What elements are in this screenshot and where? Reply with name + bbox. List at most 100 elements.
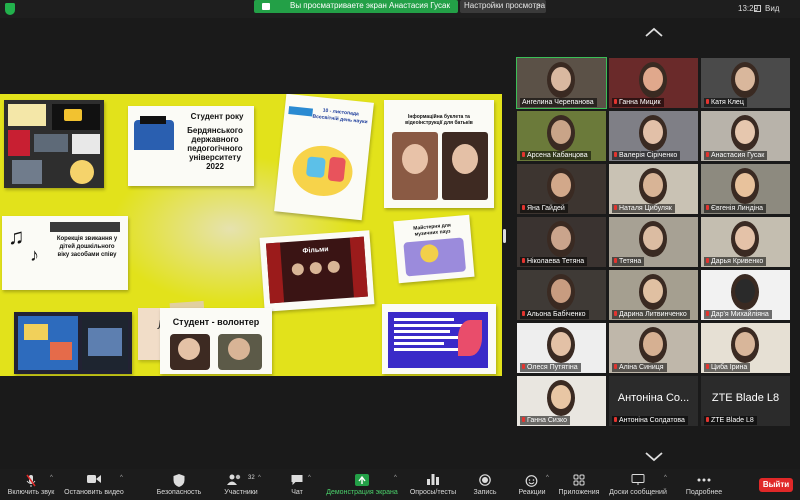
chevron-up-icon[interactable]: ^: [50, 475, 53, 481]
whiteboards-button[interactable]: ^ Доски сообщений: [606, 469, 670, 500]
participant-name: Дар'я Михайліяна: [711, 311, 769, 318]
participant-name-label: Ганна Мицик: [612, 98, 664, 107]
science-day-card: 10 - листопада Всесвітній день науки: [274, 94, 374, 221]
chat-button[interactable]: ^ Чат: [280, 469, 314, 500]
participant-name: Тетяна: [619, 258, 642, 265]
participant-tile[interactable]: Ніколаева Тетяна: [517, 217, 606, 267]
apps-label: Приложения: [558, 489, 600, 496]
participant-tile[interactable]: Аліна Синиця: [609, 323, 698, 373]
split-view-handle[interactable]: [503, 229, 506, 243]
participant-tile[interactable]: Циба Ірина: [701, 323, 790, 373]
participant-tile[interactable]: Валерія Сіріченко: [609, 111, 698, 161]
participant-tile[interactable]: Дар'я Михайліяна: [701, 270, 790, 320]
participant-display-name: ZTE Blade L8: [711, 392, 780, 404]
participant-face: [551, 332, 571, 356]
participant-tile[interactable]: Олеся Путятіна: [517, 323, 606, 373]
share-status-pill: Вы просматриваете экран Анастасия Гусак: [254, 0, 458, 13]
polls-button[interactable]: Опросы/тесты: [404, 469, 462, 500]
bar-chart-icon: [427, 474, 439, 485]
meeting-toolbar: ^ Включить звук ^ Остановить видео Безоп…: [0, 469, 800, 500]
participant-name: Катя Клец: [711, 99, 744, 106]
shared-screen: Студент року Бердянського державного пед…: [0, 94, 502, 376]
view-options-label: Настройки просмотра: [464, 1, 546, 10]
participant-name: Ганна Сизко: [527, 417, 568, 424]
chevron-up-icon[interactable]: ^: [546, 475, 549, 481]
view-options-button[interactable]: Настройки просмотра ⌄: [460, 0, 546, 13]
participant-tile[interactable]: ZTE Blade L8 ZTE Blade L8: [701, 376, 790, 426]
participant-name-label: Ангелина Черепанова: [520, 98, 597, 107]
reactions-button[interactable]: ^ Реакции: [512, 469, 552, 500]
participant-name: Ангелина Черепанова: [522, 99, 594, 106]
microphone-muted-icon: [614, 258, 617, 263]
shield-icon: [173, 474, 185, 487]
participant-name-label: Антоніна Солдатова: [612, 416, 688, 425]
participant-tile[interactable]: Наталя Цибуляк: [609, 164, 698, 214]
participant-name: Аліна Синиця: [619, 364, 664, 371]
security-shield-icon[interactable]: [5, 3, 15, 15]
document-card: [382, 304, 496, 374]
chevron-down-icon[interactable]: [645, 452, 663, 462]
participant-name-label: Наталя Цибуляк: [612, 204, 675, 213]
volunteer-card: Студент - волонтер: [160, 308, 272, 374]
apps-button[interactable]: Приложения: [556, 469, 602, 500]
participant-name-label: Яна Гайдей: [520, 204, 568, 213]
participant-tile[interactable]: Євгенія Линдіна: [701, 164, 790, 214]
chevron-up-icon[interactable]: ^: [664, 475, 667, 481]
participant-face: [643, 279, 663, 303]
participant-tile[interactable]: Яна Гайдей: [517, 164, 606, 214]
participant-tile[interactable]: Антоніна Со... Антоніна Солдатова: [609, 376, 698, 426]
share-status-text: Вы просматриваете экран Анастасия Гусак: [290, 1, 450, 10]
participant-name: Арсена Кабанцова: [527, 152, 588, 159]
stop-video-button[interactable]: ^ Остановить видео: [60, 469, 128, 500]
participants-label: Участники: [224, 489, 258, 496]
record-button[interactable]: Запись: [466, 469, 504, 500]
chevron-up-icon[interactable]: ^: [394, 475, 397, 481]
participant-tile[interactable]: Тетяна: [609, 217, 698, 267]
more-button[interactable]: Подробнее: [676, 469, 732, 500]
participant-tile[interactable]: Анастасия Гусак: [701, 111, 790, 161]
participant-name: Ганна Мицик: [619, 99, 661, 106]
view-button[interactable]: Вид: [765, 4, 779, 13]
participant-tile[interactable]: Катя Клец: [701, 58, 790, 108]
security-button[interactable]: Безопасность: [150, 469, 208, 500]
share-screen-button[interactable]: ^ Демонстрация экрана: [322, 469, 402, 500]
participant-tile[interactable]: Ганна Мицик: [609, 58, 698, 108]
chevron-up-icon[interactable]: ^: [308, 475, 311, 481]
microphone-muted-icon: [706, 364, 709, 369]
view-grid-icon: [754, 5, 761, 12]
participant-tile[interactable]: Ганна Сизко: [517, 376, 606, 426]
unmute-label: Включить звук: [7, 489, 55, 496]
record-icon: [479, 474, 491, 486]
collage-card-zoom: [4, 100, 104, 188]
microphone-muted-icon: [614, 99, 617, 104]
microphone-muted-icon: [522, 364, 525, 369]
chevron-up-icon[interactable]: ^: [120, 475, 123, 481]
participant-name: Євгенія Линдіна: [711, 205, 763, 212]
leave-meeting-button[interactable]: Выйти: [759, 478, 793, 492]
participant-tile[interactable]: Арсена Кабанцова: [517, 111, 606, 161]
microphone-muted-icon: [706, 99, 709, 104]
university-line-1: Бердянського: [187, 126, 243, 135]
participant-tile[interactable]: Дарина Литвинченко: [609, 270, 698, 320]
unmute-button[interactable]: ^ Включить звук: [2, 469, 60, 500]
films-card: Фільми: [259, 230, 375, 312]
collage-card-projects: [14, 312, 132, 374]
polls-label: Опросы/тесты: [409, 489, 457, 496]
student-year-card: Студент року Бердянського державного пед…: [128, 106, 254, 186]
participant-face: [643, 67, 663, 91]
participant-tile[interactable]: Альона Бабіченко: [517, 270, 606, 320]
university-line-4: університету: [189, 153, 241, 162]
participants-button[interactable]: 32 ^ Участники: [216, 469, 266, 500]
university-year: 2022: [206, 162, 224, 171]
music-line-3: віку засобами співу: [57, 252, 117, 258]
chevron-up-icon[interactable]: [645, 27, 663, 37]
participant-tile[interactable]: Дарья Кривенко: [701, 217, 790, 267]
participant-face: [735, 226, 755, 250]
participant-name-label: Альона Бабіченко: [520, 310, 589, 319]
participant-name: Антоніна Солдатова: [619, 417, 685, 424]
chevron-up-icon[interactable]: ^: [258, 475, 261, 481]
participant-tile[interactable]: Ангелина Черепанова: [516, 57, 607, 109]
music-line-2: дітей дошкільного: [59, 244, 115, 250]
microphone-muted-icon: [614, 364, 617, 369]
microphone-muted-icon: [522, 258, 525, 263]
